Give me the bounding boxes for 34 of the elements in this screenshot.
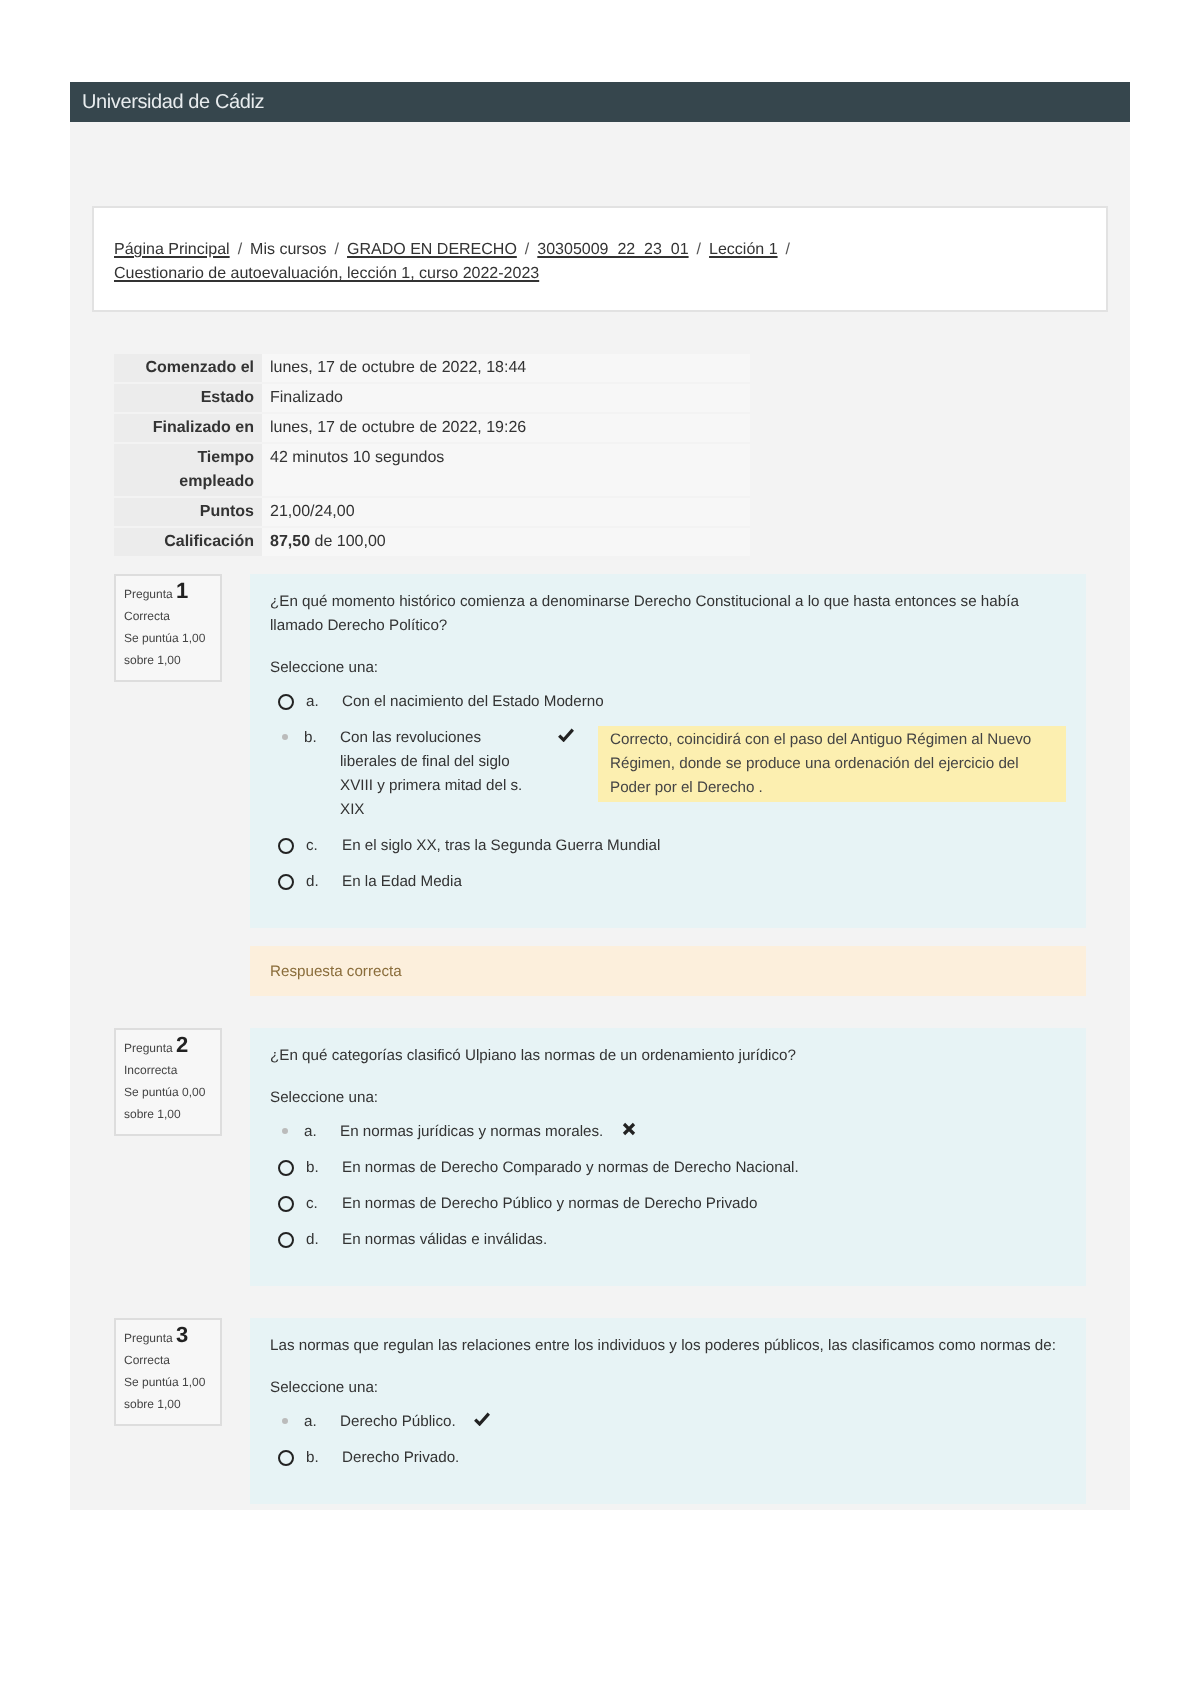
radio-button[interactable] [278,1232,294,1248]
summary-value: 87,50 de 100,00 [262,528,750,556]
radio-button[interactable] [278,1450,294,1466]
summary-value: Finalizado [262,384,750,412]
summary-label: Puntos [114,498,262,526]
radio-button[interactable] [282,1128,288,1134]
summary-value: lunes, 17 de octubre de 2022, 18:44 [262,354,750,382]
breadcrumb-item[interactable]: Mis cursos [250,238,327,262]
radio-button[interactable] [278,694,294,710]
breadcrumb-separator: / [237,238,243,262]
summary-value: 42 minutos 10 segundos [262,444,750,496]
summary-label: Finalizado en [114,414,262,442]
radio-button[interactable] [278,1160,294,1176]
breadcrumb-item[interactable]: 30305009_22_23_01 [537,238,689,262]
summary-label: Estado [114,384,262,412]
summary-label: Comenzado el [114,354,262,382]
breadcrumb-separator: / [696,238,702,262]
summary-value: lunes, 17 de octubre de 2022, 19:26 [262,414,750,442]
breadcrumb-separator: / [785,238,791,262]
breadcrumb-item[interactable]: GRADO EN DERECHO [347,238,517,262]
university-logo[interactable]: Universidad de Cádiz [82,91,265,113]
breadcrumb-item[interactable]: Página Principal [114,238,230,262]
radio-button[interactable] [278,874,294,890]
radio-button[interactable] [278,838,294,854]
radio-button[interactable] [278,1196,294,1212]
breadcrumb-item[interactable]: Lección 1 [709,238,778,262]
radio-button[interactable] [282,1418,288,1424]
summary-value: 21,00/24,00 [262,498,750,526]
summary-label: Calificación [114,528,262,556]
breadcrumb-separator: / [524,238,530,262]
summary-label: Tiempo empleado [114,444,262,496]
breadcrumb-separator: / [334,238,340,262]
radio-button[interactable] [282,734,288,740]
breadcrumb-item[interactable]: Cuestionario de autoevaluación, lección 1, curso 2022-2023 [114,262,540,286]
